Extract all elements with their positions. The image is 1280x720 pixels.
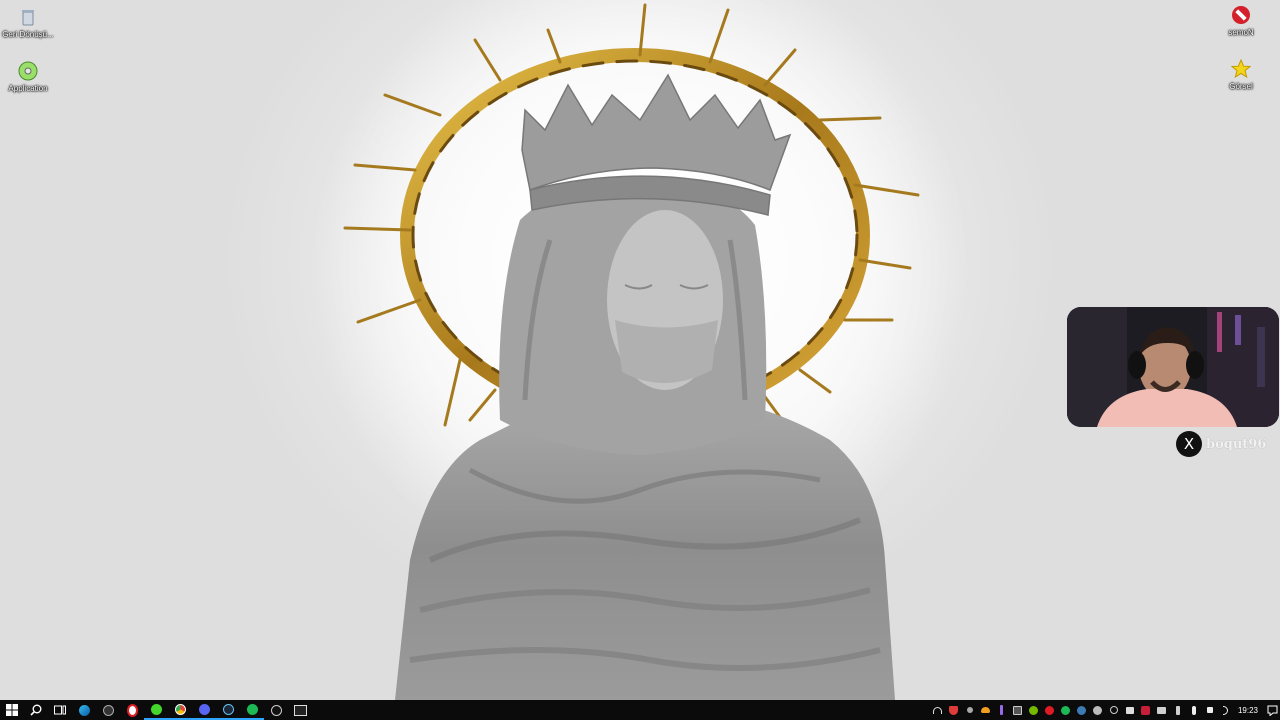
search-icon [30,704,42,716]
tray-speaker[interactable] [1202,700,1218,720]
volume-icon [1223,705,1229,715]
tray-game[interactable] [1138,700,1154,720]
tray-cloud[interactable] [978,700,994,720]
arrow-icon [966,707,973,713]
nomes-label: semoN [1228,28,1254,37]
taskbar-spotify[interactable] [240,700,264,720]
pen-icon [1000,705,1004,715]
tray-pen[interactable] [994,700,1010,720]
taskbar-terminal[interactable] [288,700,312,720]
webcam-feed-image [1067,307,1279,427]
razer-icon [150,703,162,715]
tray-spotify[interactable] [1058,700,1074,720]
taskbar-edge[interactable] [72,700,96,720]
cloud-icon [981,707,991,713]
gorsel-label: Görsel [1229,82,1253,91]
opera-icon [126,703,138,717]
usb-icon [1175,705,1180,715]
taskbar-obs[interactable] [96,700,120,720]
tray-vpn[interactable] [946,700,962,720]
nvidia-icon [1029,705,1039,715]
tray-volume[interactable] [1218,700,1234,720]
terminal-icon [293,704,307,716]
windows-icon [6,704,18,716]
microphone-icon [1191,705,1196,715]
game-icon [1141,705,1151,715]
taskbar-chrome[interactable] [168,700,192,720]
steam-tray-icon [1077,705,1087,715]
edge-icon [78,704,90,716]
tray-mic[interactable] [1186,700,1202,720]
start-button[interactable] [0,700,24,720]
tray-network[interactable] [1122,700,1138,720]
display-icon [1157,706,1167,714]
recycle-bin-label: Geri Dönüşü... [2,30,54,39]
x-logo-icon: X [1176,431,1202,457]
star-icon [1230,58,1252,80]
search-button[interactable] [24,700,48,720]
spotify-tray-icon [1061,705,1071,715]
application-label: Application [8,84,48,93]
chrome-icon [174,703,186,715]
tray-display[interactable] [1154,700,1170,720]
desktop-icon-application[interactable]: Application [0,60,56,93]
taskbar-steam[interactable] [216,700,240,720]
task-view-button[interactable] [48,700,72,720]
headset-icon [933,706,943,714]
tray-steam[interactable] [1074,700,1090,720]
webcam-overlay [1067,307,1279,427]
cpu-icon [1013,705,1023,715]
tray-settings[interactable] [1090,700,1106,720]
taskbar-razer[interactable] [144,700,168,720]
taskbar: 19:23 [0,700,1280,720]
network-icon [1125,706,1134,714]
twitter-badge: X boqut96 [1176,431,1266,457]
wifi-icon [1109,706,1118,714]
taskbar-opera[interactable] [120,700,144,720]
chatgpt-icon [270,704,282,716]
taskbar-chatgpt[interactable] [264,700,288,720]
notification-center-button[interactable] [1264,700,1280,720]
record-icon [1045,705,1055,715]
desktop-icon-recycle-bin[interactable]: Geri Dönüşü... [0,6,56,39]
system-tray: 19:23 [930,700,1280,720]
twitter-handle: boqut96 [1206,436,1267,452]
task-view-icon [54,705,66,715]
desktop-icon-gorsel[interactable]: Görsel [1213,58,1269,91]
gear-icon [1093,705,1103,715]
taskbar-discord[interactable] [192,700,216,720]
tray-headset[interactable] [930,700,946,720]
notification-icon [1267,705,1277,716]
tray-wifi[interactable] [1106,700,1122,720]
no-entry-icon [1230,4,1252,26]
spotify-icon [246,703,258,715]
recycle-bin-icon [17,6,39,28]
steam-icon [222,703,234,715]
tray-cpu[interactable] [1010,700,1026,720]
desktop-icon-nomes[interactable]: semoN [1213,4,1269,37]
cd-icon [17,60,39,82]
vpn-icon [949,705,959,715]
tray-nvidia[interactable] [1026,700,1042,720]
speaker-icon [1206,707,1213,713]
tray-usb[interactable] [1170,700,1186,720]
tray-arrow[interactable] [962,700,978,720]
discord-icon [198,703,210,715]
desktop: Geri Dönüşü... Application semoN Görsel [0,0,1280,700]
obs-icon [102,704,114,716]
clock-time[interactable]: 19:23 [1238,706,1258,715]
tray-record[interactable] [1042,700,1058,720]
